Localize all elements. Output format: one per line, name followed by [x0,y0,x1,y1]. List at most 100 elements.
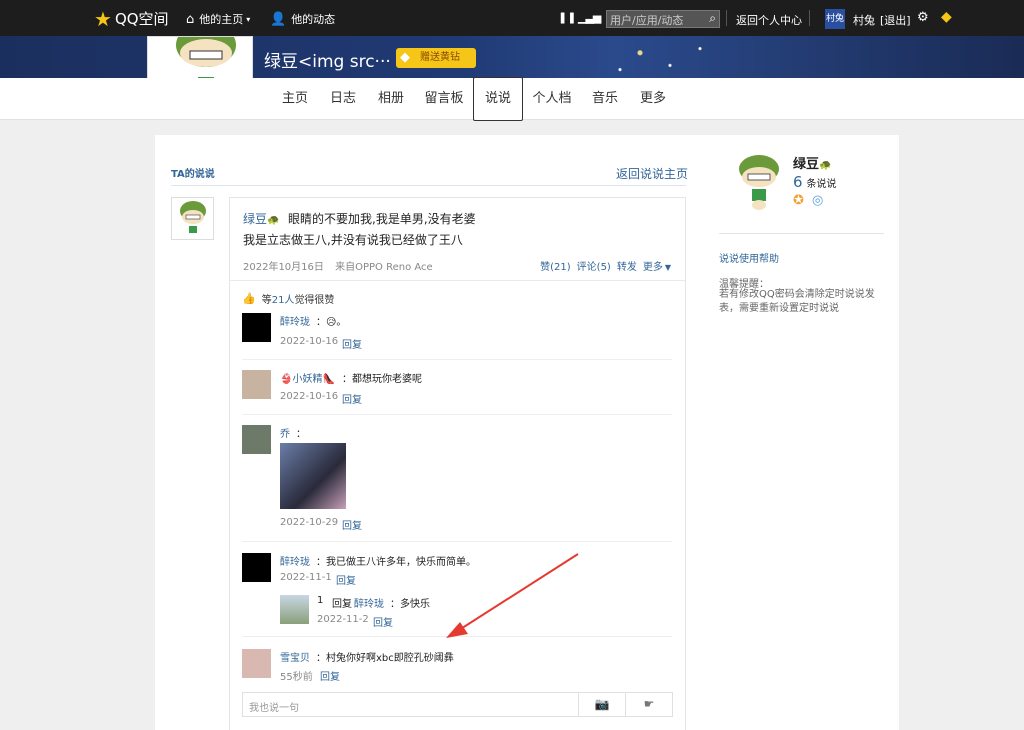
post-text-line1: 眼睛的不要加我,我是单男,没有老婆 [288,212,476,226]
logo-text: QQ空间 [114,10,169,28]
divider [171,185,686,186]
reply-input-box[interactable]: 我也说一句 📷 ☛ [242,692,673,717]
reply-link[interactable]: 回复 [336,572,356,587]
subreply-avatar[interactable] [280,595,309,624]
shuoshuo-count-number: 6 [793,173,803,191]
more-button[interactable]: 更多 ▼ [643,258,671,273]
comment-text: ：都想玩你老婆呢 [342,374,422,385]
sidebar-name-label: 绿豆 [793,157,820,172]
tab-more[interactable]: 更多 [638,78,668,120]
tab-music[interactable]: 音乐 [590,78,620,120]
user-name[interactable]: 村兔 [853,12,875,28]
qzone-logo[interactable]: ★ QQ空间 [94,8,169,29]
his-news-label: 他的动态 [291,13,336,26]
help-link[interactable]: 说说使用帮助 [719,250,779,265]
commenter-name[interactable]: 雪宝贝 [280,649,310,664]
subreply-text: ：多快乐 [390,599,430,610]
shuoshuo-count-label: 条说说 [806,179,837,190]
post-text-line2: 我是立志做王八,并没有说我已经做了王八 [243,233,463,247]
sidebar-avatar[interactable] [733,153,785,215]
reply-link[interactable]: 回复 [320,668,340,683]
comment-date: 2022-11-1 [280,572,332,583]
divider [726,10,727,26]
tab-home[interactable]: 主页 [280,78,310,120]
commenter-name[interactable]: 醉玲珑 [280,313,310,328]
top-bar: ★ QQ空间 ⌂ 他的主页 ▾ 👤 他的动态 ❚❚ ▁▃▅ 用户/应用/动态 ⌕… [0,0,1024,36]
thumbs-up-icon: 👍 [242,292,256,305]
commenter-avatar[interactable] [242,553,271,582]
section-title: TA的说说 [171,169,215,180]
his-home-label: 他的主页 [199,13,244,26]
more-label: 更多 [642,262,663,273]
gear-icon[interactable]: ⚙ [917,10,929,25]
red-arrow-annotation [446,553,579,638]
commenter-avatar[interactable] [242,649,271,678]
tab-blog[interactable]: 日志 [328,78,358,120]
commenter-avatar[interactable] [242,370,271,399]
reply-link[interactable]: 回复 [342,336,362,351]
like-button[interactable]: 赞(21) [540,258,571,273]
star-icon[interactable]: ✪ [793,193,804,208]
subreply-date: 2022-11-2 [317,614,369,625]
post-author-name[interactable]: 绿豆🐢 [243,210,279,227]
post-meta: 2022年10月16日 来自OPPO Reno Ace [243,258,433,273]
owner-name: 绿豆<img src··· [264,52,391,72]
subreply-to[interactable]: 醉玲珑 [354,595,384,610]
subreply-verb: 回复 [332,599,352,610]
tab-album[interactable]: 相册 [376,78,406,120]
divider [242,541,672,542]
chevron-down-icon: ▾ [246,14,251,24]
tab-guestbook[interactable]: 留言板 [424,78,464,120]
commenter-name[interactable]: 乔 [280,425,290,440]
likes-prefix: 等 [261,295,272,306]
post-box: 绿豆🐢 眼睛的不要加我,我是单男,没有老婆 我是立志做王八,并没有说我已经做了王… [229,197,686,730]
back-to-shuoshuo-link[interactable]: 返回说说主页 [616,165,688,182]
likes-count-link[interactable]: 21人 [272,291,295,306]
user-avatar[interactable]: 村兔 [825,9,845,29]
tip-text: 若有修改QQ密码会清除定时说说发表，需要重新设置定时说说 [719,289,875,314]
pause-icon[interactable]: ❚❚ [558,11,576,24]
his-news-link[interactable]: 👤 他的动态 [270,11,335,27]
commenter-name[interactable]: 醉玲珑 [280,553,310,568]
subreply-reply-link[interactable]: 回复 [373,614,393,629]
tab-bar: 主页 日志 相册 留言板 说说 个人档 音乐 更多 [0,77,1024,121]
comment-text: ： [296,429,306,440]
shuoshuo-count: 6 条说说 [793,173,837,191]
turtle-icon: 🐢 [819,160,832,171]
post-source: 来自OPPO Reno Ace [335,262,433,273]
search-icon[interactable]: ⌕ [709,11,716,26]
his-home-link[interactable]: ⌂ 他的主页 ▾ [186,11,250,27]
diamond-icon[interactable]: ◆ [941,9,952,25]
divider [809,10,810,26]
tab-shuoshuo[interactable]: 说说 [473,77,523,121]
diamond-icon: ◆ [400,50,410,65]
reply-input-placeholder: 我也说一句 [249,703,299,714]
hand-icon[interactable]: ☛ [625,693,672,716]
divider [230,280,685,281]
search-input[interactable]: 用户/应用/动态 ⌕ [606,10,720,28]
comment-button[interactable]: 评论(5) [577,258,611,273]
commenter-name[interactable]: 👙小妖精👠 [280,370,335,385]
cartoon-avatar-icon [180,201,206,233]
search-placeholder: 用户/应用/动态 [610,14,684,27]
comment-photo[interactable] [280,443,346,509]
camera-icon[interactable]: 📷 [578,693,625,716]
sidebar-name[interactable]: 绿豆🐢 [793,153,831,172]
signal-icon[interactable]: ▁▃▅ [578,11,601,24]
person-icon: 👤 [270,11,287,27]
forward-button[interactable]: 转发 [617,258,637,273]
reply-link[interactable]: 回复 [342,391,362,406]
commenter-avatar[interactable] [242,425,271,454]
chevron-down-icon: ▼ [664,263,671,272]
send-vip-button[interactable]: ◆ 赠送黄钻 [396,48,476,68]
cartoon-avatar-icon [739,155,779,210]
logout-link[interactable]: [退出] [880,12,911,28]
commenter-avatar[interactable] [242,313,271,342]
reply-link[interactable]: 回复 [342,517,362,532]
subreply-from: 1 [317,595,324,606]
tab-profile[interactable]: 个人档 [532,78,572,120]
back-center-link[interactable]: 返回个人中心 [736,12,802,28]
post-author-avatar[interactable] [171,197,214,240]
comment-date: 55秒前 [280,672,313,683]
qq-icon[interactable]: ◎ [812,193,823,208]
